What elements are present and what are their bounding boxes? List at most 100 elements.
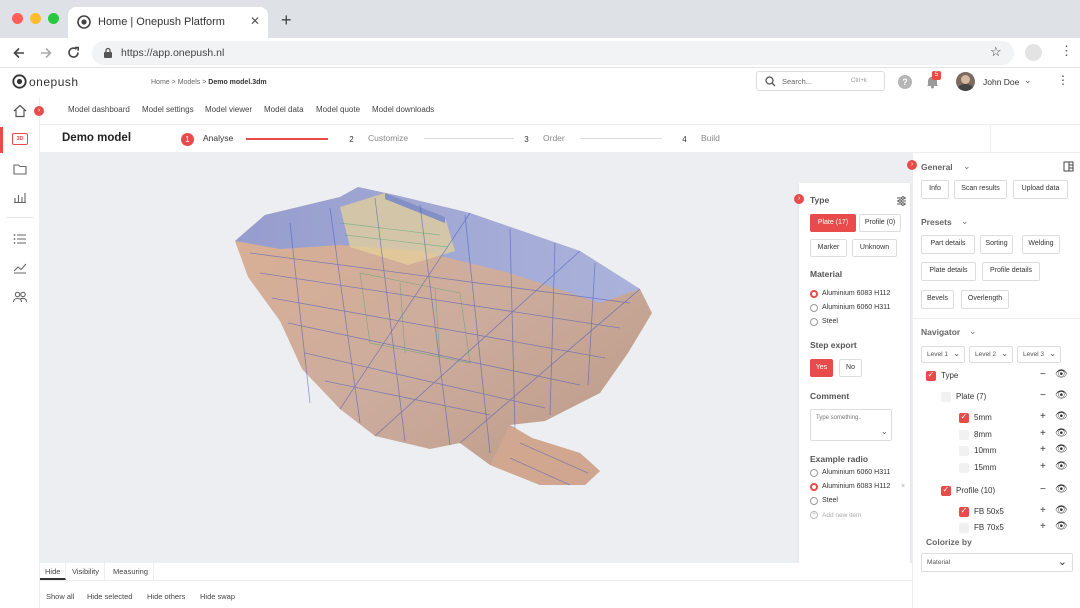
browser-tab[interactable]: Home | Onepush Platform ✕ bbox=[68, 7, 268, 38]
preset-bevels-button[interactable]: Bevels bbox=[921, 290, 954, 309]
tree-checkbox[interactable] bbox=[926, 370, 936, 381]
tree-checkbox[interactable] bbox=[959, 523, 969, 533]
preset-sorting-button[interactable]: Sorting bbox=[980, 235, 1013, 254]
tree-checkbox[interactable] bbox=[941, 485, 951, 496]
general-chevron-icon[interactable]: ⌄ bbox=[963, 161, 971, 172]
eye-icon[interactable]: 👁 bbox=[1055, 411, 1068, 422]
3d-model-icon[interactable]: 3D bbox=[12, 133, 28, 145]
collapse-icon[interactable]: − bbox=[1040, 484, 1046, 495]
filter-settings-icon[interactable] bbox=[896, 196, 907, 206]
3d-viewport[interactable] bbox=[40, 153, 912, 563]
step-2-number[interactable]: 2 bbox=[345, 133, 358, 146]
presets-chevron-icon[interactable]: ⌄ bbox=[961, 216, 969, 227]
close-window-button[interactable] bbox=[12, 13, 23, 24]
breadcrumb-models[interactable]: Models bbox=[178, 79, 201, 86]
nav-model-downloads[interactable]: Model downloads bbox=[372, 105, 434, 114]
type-profile-button[interactable]: Profile (0) bbox=[859, 214, 901, 232]
app-menu-icon[interactable]: ⋮ bbox=[1057, 73, 1069, 87]
user-menu-chevron-icon[interactable]: ⌄ bbox=[1024, 75, 1032, 86]
tree-checkbox[interactable] bbox=[959, 463, 969, 473]
user-name[interactable]: John Doe bbox=[983, 77, 1019, 87]
step-export-yes-button[interactable]: Yes bbox=[810, 359, 833, 377]
eye-icon[interactable]: 👁 bbox=[1055, 369, 1068, 380]
eye-icon[interactable]: 👁 bbox=[1055, 484, 1068, 495]
users-icon[interactable] bbox=[12, 289, 28, 305]
tree-row-fb70x5[interactable]: FB 70x5 + 👁 bbox=[913, 521, 1080, 537]
step-customize[interactable]: Customize bbox=[368, 133, 408, 143]
navigator-chevron-icon[interactable]: ⌄ bbox=[969, 326, 977, 337]
preset-plate-details-button[interactable]: Plate details bbox=[921, 262, 976, 281]
tree-row-8mm[interactable]: 8mm + 👁 bbox=[913, 428, 1080, 444]
breadcrumb-home[interactable]: Home bbox=[151, 79, 170, 86]
nav-model-quote[interactable]: Model quote bbox=[316, 105, 360, 114]
collapse-panel-icon[interactable]: › bbox=[794, 194, 804, 204]
material-radio-2[interactable] bbox=[810, 304, 818, 312]
tree-row-15mm[interactable]: 15mm + 👁 bbox=[913, 461, 1080, 477]
reload-icon[interactable] bbox=[66, 45, 81, 60]
nav-model-dashboard[interactable]: Model dashboard bbox=[68, 105, 130, 114]
step-1-number[interactable]: 1 bbox=[181, 133, 194, 146]
eye-icon[interactable]: 👁 bbox=[1055, 428, 1068, 439]
minimize-window-button[interactable] bbox=[30, 13, 41, 24]
example-radio-1[interactable] bbox=[810, 469, 818, 477]
example-radio-3[interactable] bbox=[810, 497, 818, 505]
info-button[interactable]: Info bbox=[921, 180, 949, 199]
expand-icon[interactable]: + bbox=[1040, 461, 1046, 472]
expand-icon[interactable]: + bbox=[1040, 428, 1046, 439]
collapse-right-panel-icon[interactable]: › bbox=[907, 160, 917, 170]
ship-hull-3d-model[interactable] bbox=[40, 153, 912, 563]
preset-welding-button[interactable]: Welding bbox=[1022, 235, 1060, 254]
step-export-no-button[interactable]: No bbox=[839, 359, 862, 377]
step-analyse[interactable]: Analyse bbox=[203, 133, 233, 143]
tree-row-type[interactable]: Type − 👁 bbox=[913, 369, 1080, 385]
tree-row-profile[interactable]: Profile (10) − 👁 bbox=[913, 484, 1080, 500]
collapse-icon[interactable]: − bbox=[1040, 390, 1046, 401]
user-avatar[interactable] bbox=[956, 72, 975, 91]
maximize-window-button[interactable] bbox=[48, 13, 59, 24]
step-4-number[interactable]: 4 bbox=[678, 133, 691, 146]
type-marker-button[interactable]: Marker bbox=[810, 239, 847, 257]
new-tab-icon[interactable]: + bbox=[281, 10, 292, 31]
tree-row-plate[interactable]: Plate (7) − 👁 bbox=[913, 390, 1080, 406]
search-input[interactable]: Search... Ctrl+k bbox=[756, 71, 885, 91]
home-icon[interactable] bbox=[12, 103, 28, 119]
analytics-icon[interactable] bbox=[12, 259, 28, 275]
tree-checkbox[interactable] bbox=[959, 506, 969, 517]
bookmark-star-icon[interactable]: ☆ bbox=[990, 44, 1002, 60]
tab-visibility[interactable]: Visibility bbox=[67, 563, 105, 580]
tree-checkbox[interactable] bbox=[959, 446, 969, 456]
nav-model-settings[interactable]: Model settings bbox=[142, 105, 194, 114]
browser-menu-icon[interactable]: ⋮ bbox=[1060, 44, 1073, 57]
show-all-button[interactable]: Show all bbox=[46, 592, 74, 601]
chart-icon[interactable] bbox=[12, 189, 28, 205]
level-3-select[interactable]: Level 3 ⌄ bbox=[1017, 346, 1061, 363]
tree-row-10mm[interactable]: 10mm + 👁 bbox=[913, 444, 1080, 460]
eye-icon[interactable]: 👁 bbox=[1055, 505, 1068, 516]
collapse-icon[interactable]: − bbox=[1040, 369, 1046, 380]
tree-checkbox[interactable] bbox=[959, 430, 969, 440]
tree-checkbox[interactable] bbox=[941, 392, 951, 402]
nav-model-data[interactable]: Model data bbox=[264, 105, 304, 114]
type-unknown-button[interactable]: Unknown bbox=[852, 239, 897, 257]
tree-row-5mm[interactable]: 5mm + 👁 bbox=[913, 411, 1080, 427]
forward-icon[interactable] bbox=[39, 46, 53, 60]
tab-measuring[interactable]: Measuring bbox=[108, 563, 155, 580]
url-field[interactable]: https://app.onepush.nl ☆ bbox=[92, 41, 1014, 65]
close-tab-icon[interactable]: ✕ bbox=[250, 14, 260, 28]
list-icon[interactable] bbox=[12, 231, 28, 247]
eye-icon[interactable]: 👁 bbox=[1055, 521, 1068, 532]
type-plate-button[interactable]: Plate (17) bbox=[810, 214, 856, 232]
back-icon[interactable] bbox=[12, 46, 26, 60]
tree-row-fb50x5[interactable]: FB 50x5 + 👁 bbox=[913, 505, 1080, 521]
hide-selected-button[interactable]: Hide selected bbox=[87, 592, 132, 601]
help-icon[interactable]: ? bbox=[898, 75, 912, 89]
folder-icon[interactable] bbox=[12, 161, 28, 177]
comment-textarea[interactable]: Type something.. ⌄ bbox=[810, 409, 892, 441]
eye-icon[interactable]: 👁 bbox=[1055, 444, 1068, 455]
preset-overlength-button[interactable]: Overlength bbox=[961, 290, 1009, 309]
level-2-select[interactable]: Level 2 ⌄ bbox=[969, 346, 1013, 363]
onepush-logo[interactable]: onepush bbox=[12, 74, 92, 90]
expand-icon[interactable]: + bbox=[1040, 505, 1046, 516]
remove-item-icon[interactable]: × bbox=[901, 483, 905, 490]
panel-layout-icon[interactable] bbox=[1063, 161, 1074, 172]
